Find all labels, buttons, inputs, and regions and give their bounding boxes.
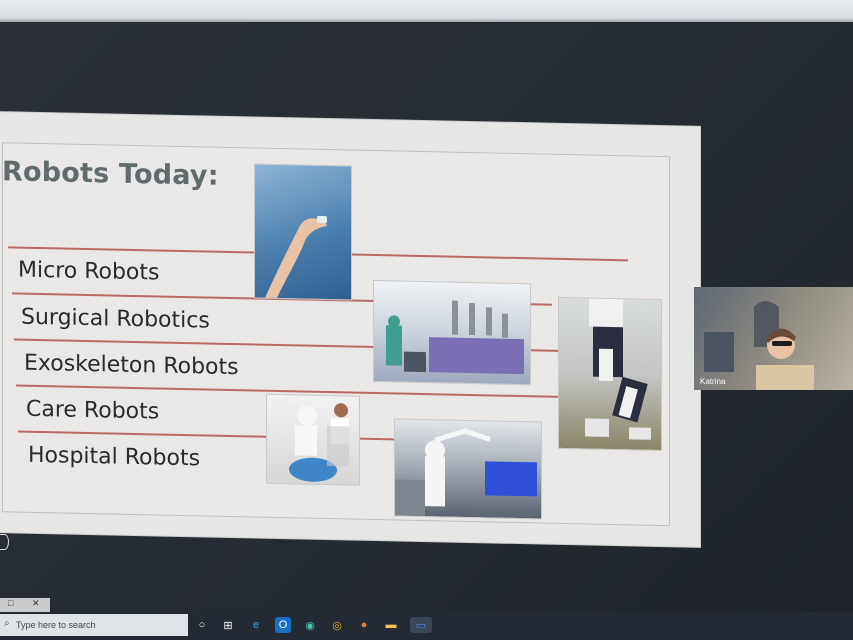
participant-name-label: Katrina <box>700 377 726 386</box>
surgical-robot-image <box>386 300 524 375</box>
mouse-cursor-icon <box>0 534 9 550</box>
search-placeholder: Type here to search <box>16 620 96 630</box>
slide-item-hospital-robots: Hospital Robots <box>28 442 201 472</box>
minimized-window-controls: □ ✕ <box>0 598 50 612</box>
surgical-robot-photo <box>373 279 531 386</box>
file-explorer-icon[interactable]: ▬ <box>383 617 399 633</box>
care-robot-image <box>289 403 349 482</box>
micro-robot-photo <box>254 163 352 301</box>
slide-item-surgical-robotics: Surgical Robotics <box>21 304 210 334</box>
task-view-icon[interactable]: ⊞ <box>220 617 236 633</box>
hospital-robot-photo <box>394 418 542 520</box>
cortana-circle-icon[interactable]: ○ <box>194 617 210 633</box>
slide-title: Robots Today: <box>2 156 219 192</box>
edge-dev-icon[interactable]: ◉ <box>302 617 318 633</box>
close-button[interactable]: ✕ <box>32 598 40 609</box>
video-participant-tile[interactable]: Katrina <box>694 287 853 390</box>
zoom-icon[interactable]: ▭ <box>410 617 432 633</box>
outlook-icon[interactable]: O <box>275 617 291 633</box>
windows-taskbar: ⌕ Type here to search ○ ⊞ e O ◉ ◎ ● ▬ ▭ <box>0 612 853 640</box>
exoskeleton-image <box>585 298 651 440</box>
hand-holding-microrobot-image <box>265 215 327 298</box>
hospital-robot-image <box>395 428 537 517</box>
search-icon: ⌕ <box>4 618 10 629</box>
exoskeleton-photo <box>558 296 662 452</box>
taskbar-search-box[interactable]: ⌕ Type here to search <box>0 614 188 636</box>
care-robot-photo <box>266 393 360 486</box>
restore-button[interactable]: □ <box>8 598 13 608</box>
slide-item-micro-robots: Micro Robots <box>18 257 160 286</box>
participant-video-feed <box>704 301 814 390</box>
slide-item-care-robots: Care Robots <box>26 396 160 425</box>
slide-item-exoskeleton-robots: Exoskeleton Robots <box>24 350 239 381</box>
presentation-slide: Robots Today: Micro Robots Surgical Robo… <box>0 112 700 547</box>
edge-icon[interactable]: e <box>248 617 264 633</box>
firefox-icon[interactable]: ● <box>356 617 372 633</box>
chrome-icon[interactable]: ◎ <box>329 617 345 633</box>
